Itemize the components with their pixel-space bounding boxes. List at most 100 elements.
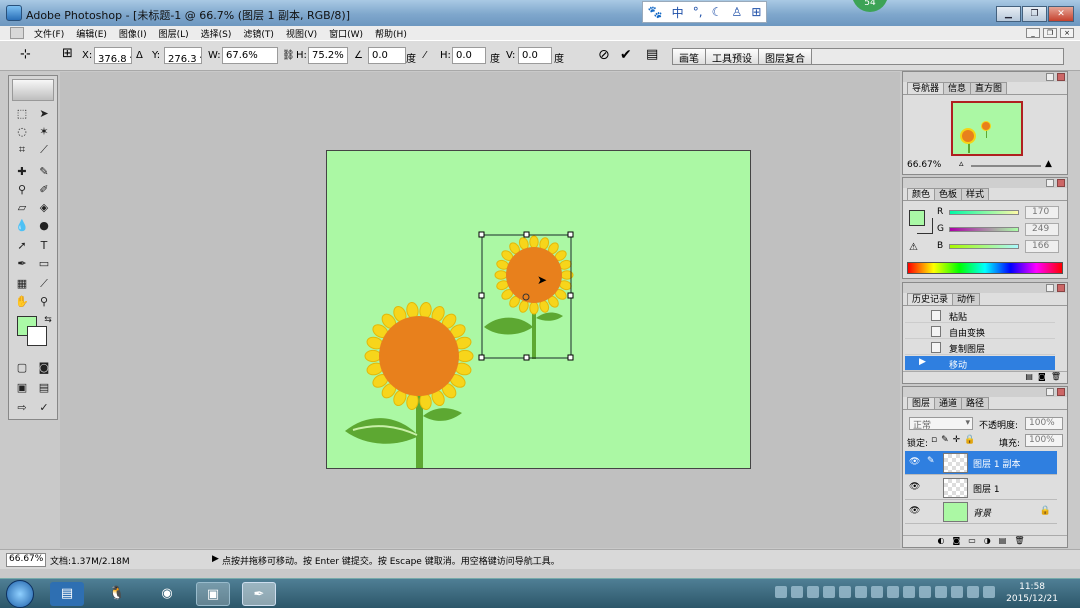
add-mask-icon[interactable]: ◙ (952, 536, 968, 545)
tray-icon[interactable] (839, 586, 851, 598)
pen-tool-icon[interactable]: ✒ (13, 256, 31, 272)
tray-icon[interactable] (983, 586, 995, 598)
tab-paths[interactable]: 路径 (961, 397, 990, 409)
brush-link-icon[interactable]: ✎ (927, 456, 935, 466)
palette-well-icon[interactable]: ▤ (646, 47, 658, 62)
panel-minimize-button[interactable] (1046, 388, 1054, 396)
panel-close-button[interactable] (1057, 73, 1065, 81)
lock-icons[interactable]: ▫✎✛🔒 (931, 435, 979, 445)
angle-field[interactable]: 0.0 (368, 47, 406, 64)
layer-row-selected[interactable]: 👁 ✎ 图层 1 副本 (905, 451, 1057, 475)
crop-tool-icon[interactable]: ⌗ (13, 142, 31, 158)
eye-icon[interactable]: 👁 (909, 482, 920, 492)
tray-icon[interactable] (887, 586, 899, 598)
tab-styles[interactable]: 样式 (961, 188, 990, 200)
tray-icon[interactable] (871, 586, 883, 598)
new-layer-icon[interactable]: ▤ (999, 536, 1015, 545)
skew-v-field[interactable]: 0.0 (518, 47, 552, 64)
photoshop-taskbar-icon[interactable]: ✒ (242, 582, 276, 606)
trash-icon[interactable]: 🗑 (1051, 372, 1061, 381)
eye-icon[interactable]: 👁 (909, 457, 920, 467)
menu-window[interactable]: 窗口(W) (323, 27, 369, 40)
zoom-out-icon[interactable]: ▵ (959, 159, 964, 169)
history-item[interactable]: 复制图层 (905, 340, 1055, 355)
channel-g-value[interactable]: 249 (1025, 223, 1059, 236)
moon-icon[interactable]: ☾ (712, 5, 723, 19)
tray-icon[interactable] (807, 586, 819, 598)
quick-mask-icon[interactable]: ◙ (35, 360, 53, 376)
blur-tool-icon[interactable]: 💧 (13, 218, 31, 234)
start-button[interactable] (6, 580, 34, 608)
tray-icon[interactable] (935, 586, 947, 598)
punctuation-icon[interactable]: °, (693, 5, 703, 19)
minimize-button[interactable]: ▁ (996, 6, 1021, 22)
channel-r-slider[interactable] (949, 210, 1019, 215)
panel-minimize-button[interactable] (1046, 73, 1054, 81)
close-button[interactable]: ✕ (1048, 6, 1074, 22)
y-field[interactable]: 276.3 像 (164, 47, 202, 64)
tray-icon[interactable] (823, 586, 835, 598)
menu-edit[interactable]: 编辑(E) (70, 27, 113, 40)
cancel-transform-icon[interactable]: ⊘ (598, 47, 610, 63)
tab-swatches[interactable]: 色板 (934, 188, 963, 200)
clock[interactable]: 11:58 2015/12/21 (1006, 581, 1058, 605)
tab-layers[interactable]: 图层 (907, 397, 936, 409)
history-brush-icon[interactable]: ✐ (35, 182, 53, 198)
x-field[interactable]: 376.8 像 (94, 47, 132, 64)
transform-icon[interactable]: ⊹ (20, 47, 31, 62)
photo-viewer-icon[interactable]: ▣ (196, 582, 230, 606)
healing-brush-icon[interactable]: ✚ (13, 164, 31, 180)
menu-image[interactable]: 图像(I) (113, 27, 153, 40)
user-icon[interactable]: ♙ (731, 5, 742, 19)
marquee-tool-icon[interactable]: ⬚ (13, 106, 31, 122)
doc-restore-button[interactable]: ❐ (1043, 28, 1057, 38)
history-item[interactable]: 粘贴 (905, 308, 1055, 323)
slice-tool-icon[interactable]: ⟋ (35, 142, 53, 158)
panel-minimize-button[interactable] (1046, 179, 1054, 187)
trash-icon[interactable]: 🗑 (1014, 536, 1032, 545)
fill-field[interactable]: 100% (1025, 434, 1063, 447)
tab-color[interactable]: 颜色 (907, 188, 936, 200)
tab-histogram[interactable]: 直方图 (970, 82, 1008, 94)
menu-layer[interactable]: 图层(L) (153, 27, 195, 40)
zoom-field[interactable]: 66.67% (6, 553, 46, 567)
move-tool-icon[interactable]: ➤ (35, 106, 53, 122)
channel-r-value[interactable]: 170 (1025, 206, 1059, 219)
doc-close-button[interactable]: × (1060, 28, 1074, 38)
explorer-icon[interactable]: ▤ (50, 582, 84, 606)
type-tool-icon[interactable]: T (35, 238, 53, 254)
adjustment-layer-icon[interactable]: ◑ (984, 536, 999, 545)
commit-transform-icon[interactable]: ✔ (620, 47, 632, 63)
tray-icon[interactable] (855, 586, 867, 598)
delta-icon[interactable]: Δ (136, 50, 143, 61)
new-group-icon[interactable]: ▭ (968, 536, 984, 545)
doc-minimize-button[interactable]: _ (1026, 28, 1040, 38)
well-tab-tool-presets[interactable]: 工具预设 (706, 49, 759, 65)
document-canvas[interactable]: ➤ (326, 150, 751, 469)
channel-g-slider[interactable] (949, 227, 1019, 232)
tab-channels[interactable]: 通道 (934, 397, 963, 409)
menu-help[interactable]: 帮助(H) (369, 27, 413, 40)
new-snapshot-icon[interactable]: ◙ (1038, 372, 1046, 381)
background-color-swatch[interactable] (27, 326, 47, 346)
new-document-icon[interactable]: ▤ (1025, 372, 1033, 381)
standard-mode-icon[interactable]: ▢ (13, 360, 31, 376)
reference-point-icon[interactable]: ⊞ (62, 46, 73, 61)
layer-row[interactable]: 👁 图层 1 (905, 476, 1057, 500)
opacity-field[interactable]: 100% (1025, 417, 1063, 430)
eraser-tool-icon[interactable]: ▱ (13, 200, 31, 216)
paw-icon[interactable]: 🐾 (648, 5, 663, 19)
eyedropper-icon[interactable]: ⟋ (35, 276, 53, 292)
well-tab-brush[interactable]: 画笔 (673, 49, 706, 65)
ime-lang-chinese[interactable]: 中 (672, 4, 684, 21)
menu-view[interactable]: 视图(V) (280, 27, 323, 40)
tray-icon[interactable] (791, 586, 803, 598)
notes-tool-icon[interactable]: ▦ (13, 276, 31, 292)
history-item-current[interactable]: ▶ 移动 (905, 356, 1055, 371)
menu-file[interactable]: 文件(F) (28, 27, 70, 40)
feather-logo[interactable] (12, 79, 54, 101)
path-selection-icon[interactable]: ➚ (13, 238, 31, 254)
clone-stamp-icon[interactable]: ⚲ (13, 182, 31, 198)
navigator-zoom-value[interactable]: 66.67% (907, 160, 941, 170)
hand-tool-icon[interactable]: ✋ (13, 294, 31, 310)
